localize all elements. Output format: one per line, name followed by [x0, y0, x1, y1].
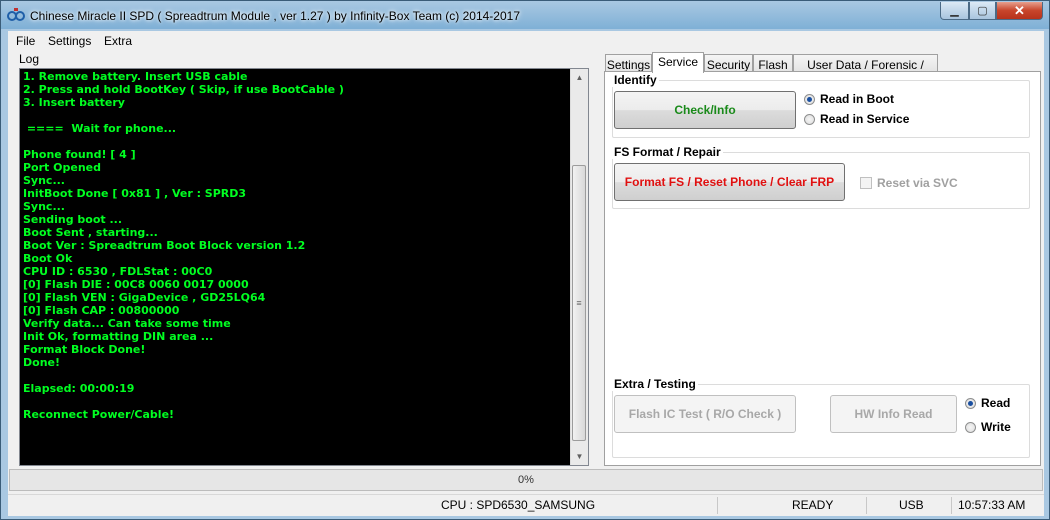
log-line: Verify data... Can take some time	[23, 317, 231, 330]
radio-off-icon	[804, 113, 815, 125]
log-line: Init Ok, formatting DIN area ...	[23, 330, 214, 343]
format-fs-button[interactable]: Format FS / Reset Phone / Clear FRP	[614, 163, 845, 201]
grip-icon: ≡	[576, 298, 582, 308]
client-area: File Settings Extra Log 1. Remove batter…	[8, 31, 1044, 516]
progress-bar: 0%	[9, 469, 1043, 491]
status-connection: USB	[899, 498, 924, 512]
write-label: Write	[981, 420, 1011, 434]
log-line: [0] Flash CAP : 00800000	[23, 304, 180, 317]
tab-service[interactable]: Service	[652, 52, 704, 73]
status-time: 10:57:33 AM	[958, 498, 1026, 512]
radio-on-icon	[965, 397, 976, 409]
log-line: Boot Ver : Spreadtrum Boot Block version…	[23, 239, 306, 252]
minimize-icon: ▁	[950, 5, 959, 17]
log-lines: 1. Remove battery. Insert USB cable 2. Pr…	[23, 70, 568, 421]
status-separator	[717, 497, 718, 514]
tab-user-data[interactable]: User Data / Forensic / Other	[793, 54, 938, 86]
status-separator	[951, 497, 952, 514]
close-icon: ✕	[1014, 2, 1025, 18]
read-label: Read	[981, 396, 1011, 410]
radio-read-in-boot[interactable]: Read in Boot	[804, 92, 894, 106]
radio-on-icon	[804, 93, 815, 105]
check-info-button[interactable]: Check/Info	[614, 91, 796, 129]
log-output[interactable]: 1. Remove battery. Insert USB cable 2. Pr…	[19, 68, 589, 466]
log-line: Done!	[23, 356, 60, 369]
read-in-boot-label: Read in Boot	[820, 92, 894, 106]
hw-info-read-button[interactable]: HW Info Read	[830, 395, 957, 433]
reset-via-svc-checkbox[interactable]: Reset via SVC	[860, 176, 958, 190]
close-button[interactable]: ✕	[996, 2, 1043, 20]
log-line: Elapsed: 00:00:19	[23, 382, 135, 395]
tab-settings[interactable]: Settings	[605, 54, 652, 72]
radio-read-in-service[interactable]: Read in Service	[804, 112, 909, 126]
log-line: Boot Ok	[23, 252, 73, 265]
app-logo-icon	[7, 8, 25, 21]
title-bar[interactable]: Chinese Miracle II SPD ( Spreadtrum Modu…	[1, 1, 1049, 31]
tab-flash[interactable]: Flash	[753, 54, 793, 72]
log-line: [0] Flash DIE : 00C8 0060 0017 0000	[23, 278, 249, 291]
status-separator	[866, 497, 867, 514]
window-title: Chinese Miracle II SPD ( Spreadtrum Modu…	[30, 9, 520, 23]
extra-title: Extra / Testing	[612, 377, 698, 391]
log-line: Sync...	[23, 200, 65, 213]
scroll-thumb[interactable]: ≡	[572, 165, 586, 441]
menu-settings[interactable]: Settings	[48, 34, 91, 48]
minimize-button[interactable]: ▁	[940, 2, 969, 20]
status-state: READY	[792, 498, 834, 512]
status-bar: CPU : SPD6530_SAMSUNG READY USB 10:57:33…	[8, 494, 1044, 516]
radio-write[interactable]: Write	[965, 420, 1011, 434]
log-line: Sending boot ...	[23, 213, 123, 226]
log-line: Boot Sent , starting...	[23, 226, 158, 239]
tab-security[interactable]: Security	[704, 54, 753, 72]
log-line: CPU ID : 6530 , FDLStat : 00C0	[23, 265, 213, 278]
log-line: Format Block Done!	[23, 343, 146, 356]
log-line: Reconnect Power/Cable!	[23, 408, 175, 421]
scroll-down-icon[interactable]: ▼	[571, 448, 588, 465]
fs-title: FS Format / Repair	[612, 145, 723, 159]
status-cpu: CPU : SPD6530_SAMSUNG	[441, 498, 596, 512]
menu-file[interactable]: File	[16, 34, 35, 48]
maximize-icon: ▢	[977, 5, 988, 17]
scroll-up-icon[interactable]: ▲	[571, 69, 588, 86]
menu-bar: File Settings Extra	[8, 31, 1044, 50]
log-line: Port Opened	[23, 161, 101, 174]
log-label: Log	[19, 52, 40, 66]
radio-read[interactable]: Read	[965, 396, 1010, 410]
checkbox-icon	[860, 177, 872, 189]
log-line: 2. Press and hold BootKey ( Skip, if use…	[23, 83, 344, 96]
log-line: InitBoot Done [ 0x81 ] , Ver : SPRD3	[23, 187, 247, 200]
log-line: Sync...	[23, 174, 65, 187]
log-line: Phone found! [ 4 ]	[23, 148, 136, 161]
maximize-button[interactable]: ▢	[969, 2, 996, 20]
log-line: 3. Insert battery	[23, 96, 125, 109]
reset-via-svc-label: Reset via SVC	[877, 176, 958, 190]
identify-title: Identify	[612, 73, 659, 87]
service-panel: Identify Check/Info Read in Boot Read in…	[604, 71, 1041, 466]
log-line: ==== Wait for phone...	[23, 122, 177, 135]
read-in-service-label: Read in Service	[820, 112, 910, 126]
radio-off-icon	[965, 421, 976, 433]
log-line: 1. Remove battery. Insert USB cable	[23, 70, 248, 83]
main-window: Chinese Miracle II SPD ( Spreadtrum Modu…	[0, 0, 1050, 520]
progress-text: 0%	[518, 474, 534, 486]
flash-ic-test-button[interactable]: Flash IC Test ( R/O Check )	[614, 395, 796, 433]
log-line: [0] Flash VEN : GigaDevice , GD25LQ64	[23, 291, 266, 304]
log-scrollbar[interactable]: ▲ ≡ ▼	[570, 69, 588, 465]
menu-extra[interactable]: Extra	[104, 34, 132, 48]
